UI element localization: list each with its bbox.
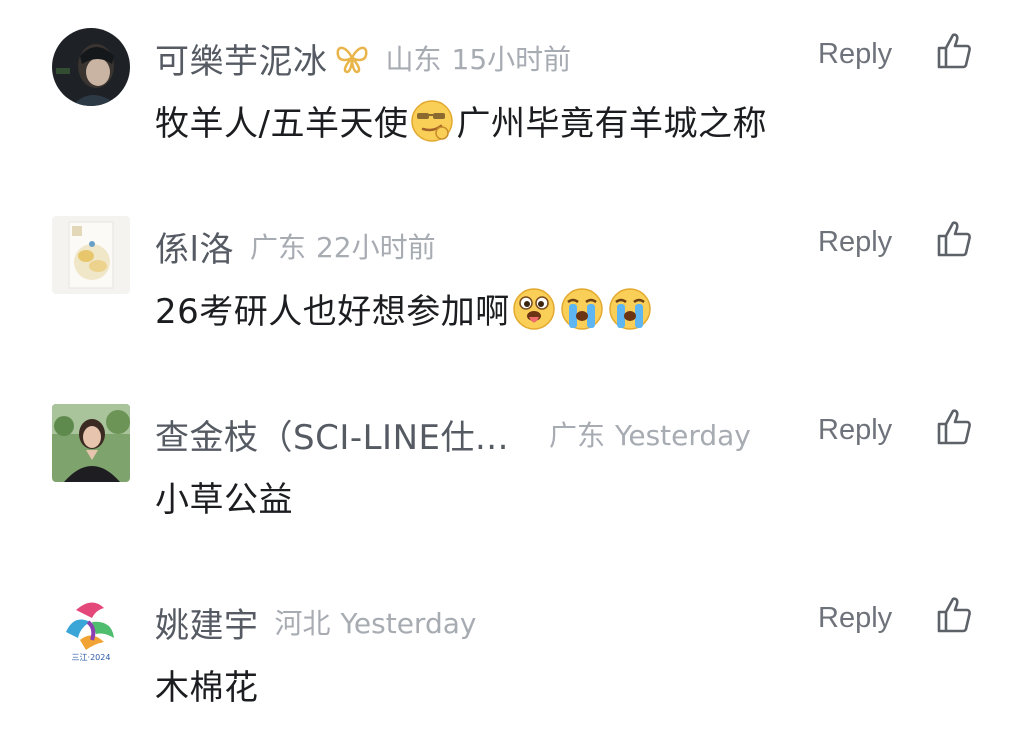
tongue-out-emoji: [511, 286, 557, 332]
smirk-sunglasses-emoji: [409, 98, 455, 144]
comment-text-part: 小草公益: [155, 480, 293, 520]
comment-text-part: 牧羊人/五羊天使: [155, 104, 409, 144]
location: 广东: [249, 231, 306, 264]
crying-emoji: [607, 286, 653, 332]
location: 山东: [385, 43, 442, 76]
comment-meta: 河北 Yesterday: [275, 602, 477, 642]
crying-emoji: [559, 286, 605, 332]
reply-button[interactable]: Reply: [818, 602, 892, 635]
comment-meta: 山东 15小时前: [386, 38, 572, 78]
username[interactable]: 姚建宇: [155, 598, 259, 647]
username[interactable]: 可樂芋泥冰: [155, 34, 328, 83]
comment-meta: 广东 22小时前: [250, 226, 436, 266]
comment-item: 三江·2024 姚建宇 河北 Yesterday Reply 木棉花: [0, 592, 1021, 712]
comment-item: 可樂芋泥冰 山东 15小时前 Reply 牧羊人/五羊天使 广州毕竟有羊城之称: [0, 28, 1021, 148]
comment-item: 係l洛 广东 22小时前 Reply 26考研人也好想参加啊: [0, 216, 1021, 336]
reply-button[interactable]: Reply: [818, 226, 892, 259]
comment-text-part: 广州毕竟有羊城之称: [456, 104, 767, 144]
timestamp: Yesterday: [614, 419, 751, 452]
avatar-logo-text: 三江·2024: [72, 653, 111, 662]
location: 广东: [548, 419, 605, 452]
timestamp: Yesterday: [340, 607, 477, 640]
timestamp: 22小时前: [315, 231, 436, 264]
comment-text: 小草公益: [155, 472, 293, 521]
comment-item: 查金枝（SCI-LINE仕... 广东 Yesterday Reply 小草公益: [0, 404, 1021, 524]
butterfly-icon: [334, 41, 370, 75]
comment-text: 26考研人也好想参加啊: [155, 284, 654, 333]
thumbs-up-icon[interactable]: [936, 220, 972, 258]
avatar[interactable]: [52, 216, 130, 294]
avatar[interactable]: [52, 404, 130, 482]
thumbs-up-icon[interactable]: [936, 596, 972, 634]
reply-button[interactable]: Reply: [818, 414, 892, 447]
avatar[interactable]: 三江·2024: [52, 592, 130, 670]
comment-text-part: 26考研人也好想参加啊: [155, 292, 510, 332]
comment-meta: 广东 Yesterday: [549, 414, 751, 454]
avatar[interactable]: [52, 28, 130, 106]
username[interactable]: 查金枝（SCI-LINE仕...: [155, 410, 509, 459]
thumbs-up-icon[interactable]: [936, 408, 972, 446]
username[interactable]: 係l洛: [155, 222, 234, 271]
comment-text: 牧羊人/五羊天使 广州毕竟有羊城之称: [155, 96, 767, 145]
comment-text-part: 木棉花: [155, 668, 259, 708]
timestamp: 15小时前: [451, 43, 572, 76]
reply-button[interactable]: Reply: [818, 38, 892, 71]
thumbs-up-icon[interactable]: [936, 32, 972, 70]
comment-text: 木棉花: [155, 660, 259, 709]
location: 河北: [274, 607, 331, 640]
